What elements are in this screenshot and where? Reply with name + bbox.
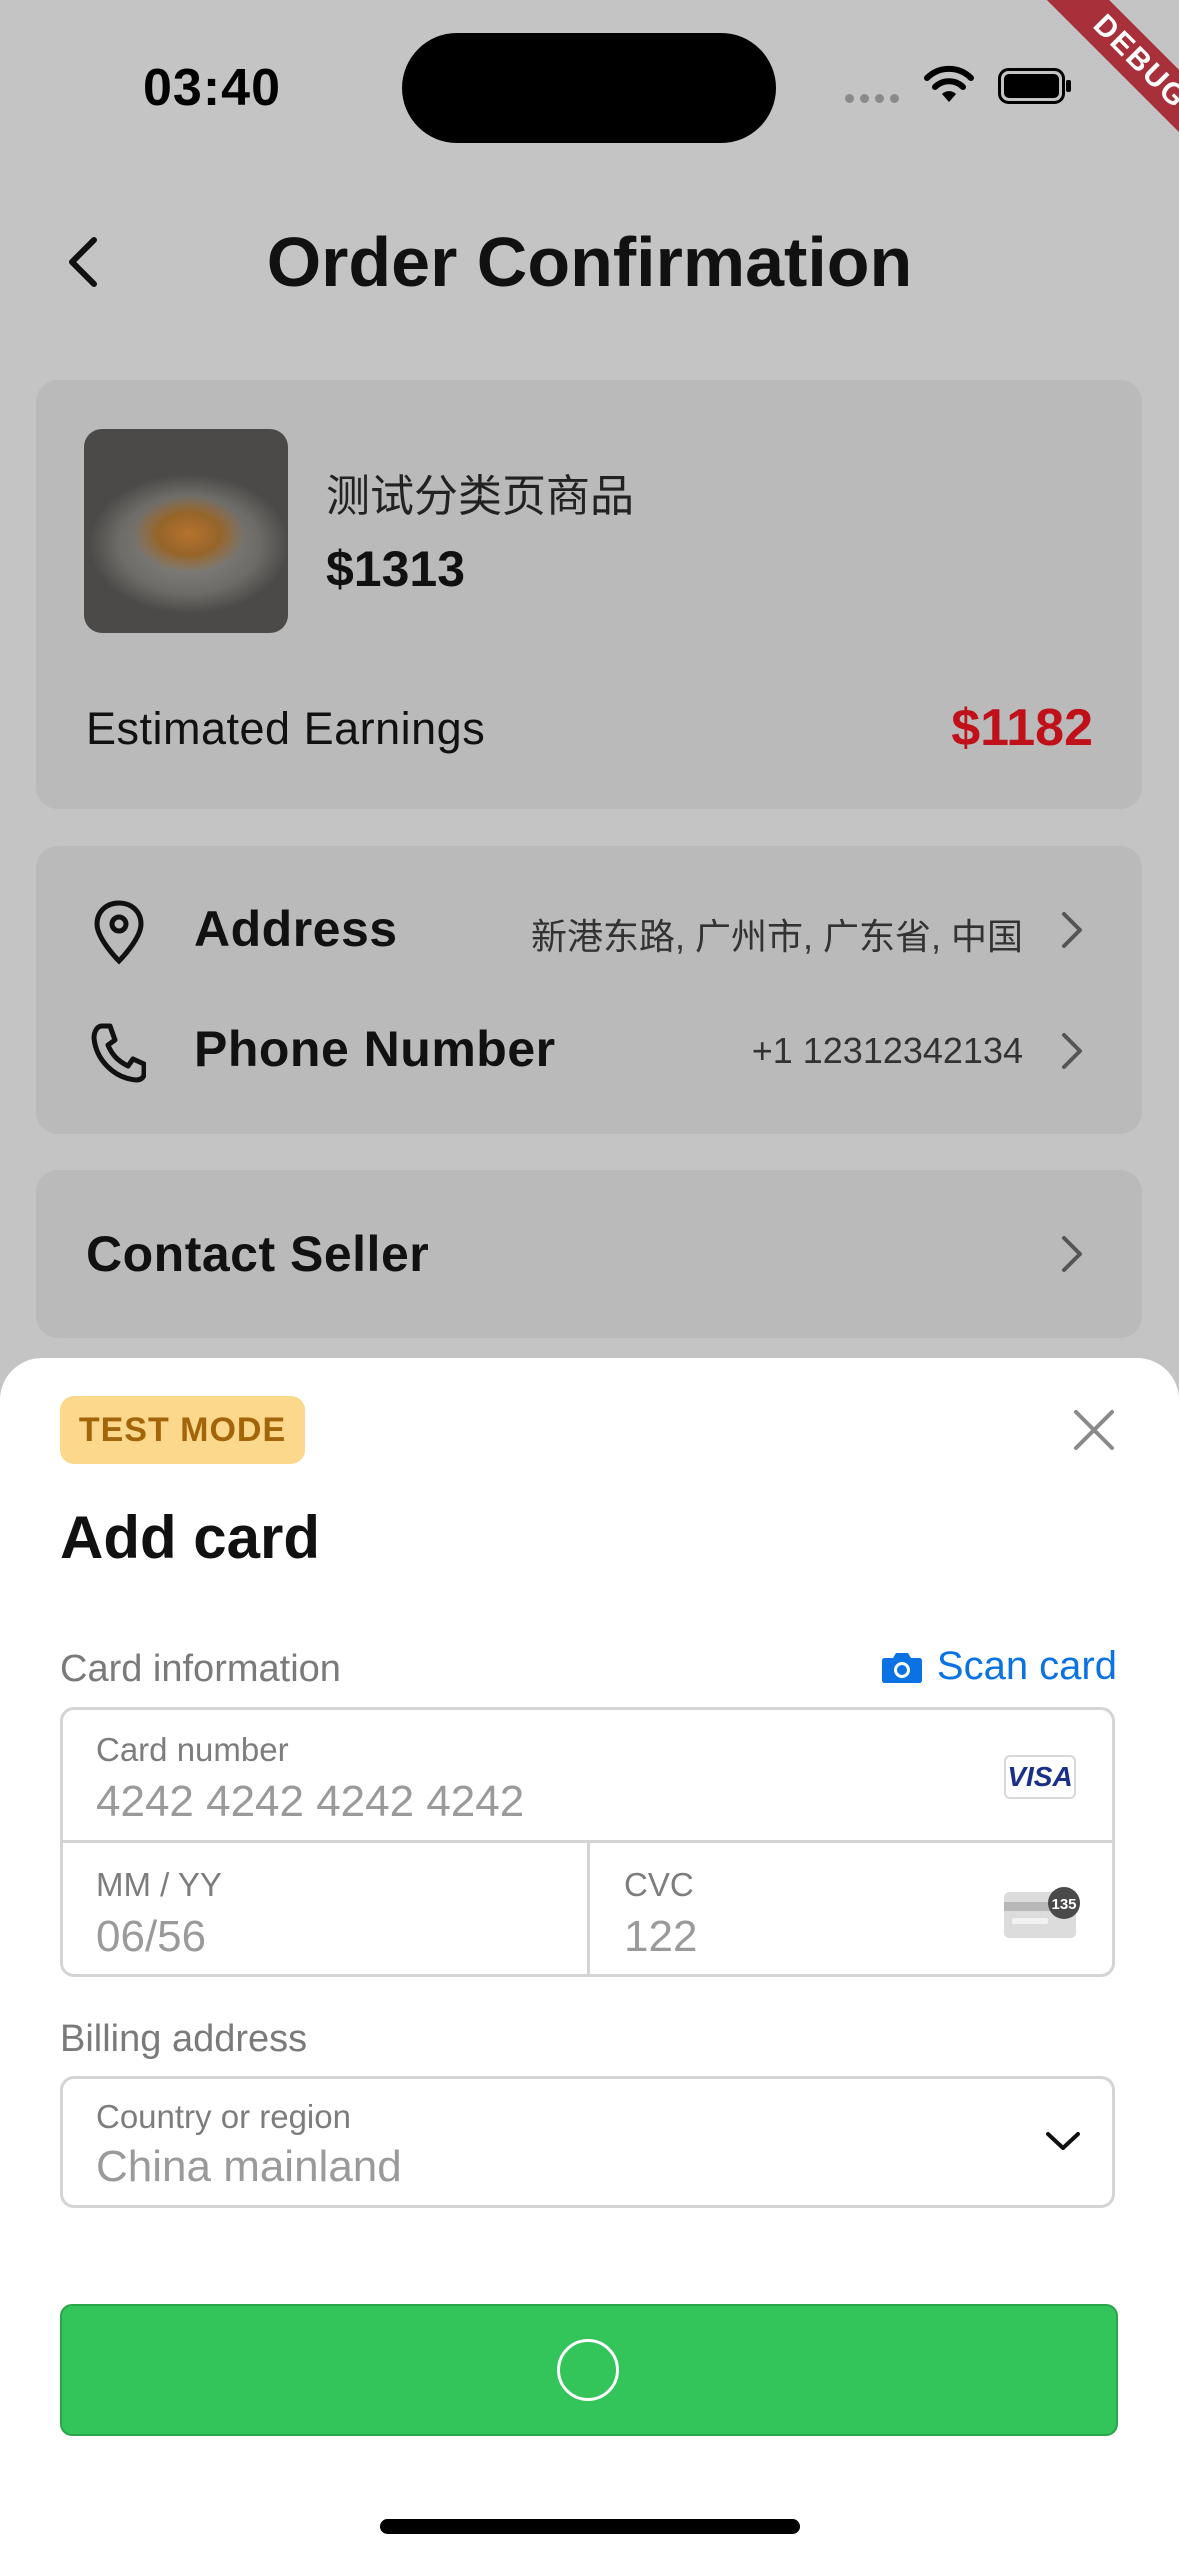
chevron-right-icon [1062, 912, 1082, 948]
phone-label: Phone Number [194, 1021, 556, 1077]
chevron-right-icon [1062, 1033, 1082, 1069]
cvc-value: 122 [624, 1912, 698, 1961]
scan-card-button[interactable]: Scan card [881, 1644, 1117, 1689]
chevron-down-icon [1046, 2132, 1080, 2150]
chevron-right-icon [1062, 1236, 1082, 1272]
wifi-icon [924, 65, 974, 102]
card-number-value: 4242 4242 4242 4242 [96, 1777, 525, 1826]
loading-spinner-icon [557, 2339, 619, 2401]
product-price: $1313 [326, 541, 466, 597]
location-pin-icon [94, 900, 144, 965]
country-label: Country or region [96, 2098, 351, 2135]
card-number-label: Card number [96, 1731, 289, 1768]
product-name: 测试分类页商品 [326, 472, 634, 521]
estimated-earnings-label: Estimated Earnings [86, 703, 486, 754]
dynamic-island [402, 33, 776, 143]
estimated-earnings-value: $1182 [951, 699, 1093, 757]
expiry-label: MM / YY [96, 1866, 222, 1903]
cellular-signal-icon [845, 94, 899, 103]
product-image [84, 429, 288, 633]
camera-icon [881, 1652, 922, 1683]
page-title: Order Confirmation [266, 223, 913, 301]
battery-icon [998, 68, 1071, 104]
cvc-label: CVC [624, 1866, 694, 1903]
close-icon[interactable] [1072, 1408, 1116, 1452]
home-indicator [380, 2519, 800, 2534]
contact-seller-label: Contact Seller [86, 1226, 430, 1282]
country-value: China mainland [96, 2142, 402, 2191]
visa-brand-icon: VISA [1004, 1755, 1076, 1799]
test-mode-badge: TEST MODE [60, 1396, 305, 1464]
scan-card-label: Scan card [936, 1644, 1117, 1688]
card-information-label: Card information [60, 1648, 341, 1690]
cvc-icon-text: 135 [1051, 1896, 1076, 1913]
address-value: 新港东路, 广州市, 广东省, 中国 [530, 916, 1023, 957]
billing-address-label: Billing address [60, 2018, 308, 2060]
address-label: Address [194, 901, 398, 957]
phone-icon [91, 1023, 146, 1083]
status-time: 03:40 [143, 59, 281, 117]
cvc-card-icon: 135 [1004, 1887, 1080, 1938]
phone-value: +1 12312342134 [751, 1030, 1023, 1071]
sheet-title: Add card [60, 1504, 321, 1571]
expiry-value: 06/56 [96, 1912, 207, 1961]
